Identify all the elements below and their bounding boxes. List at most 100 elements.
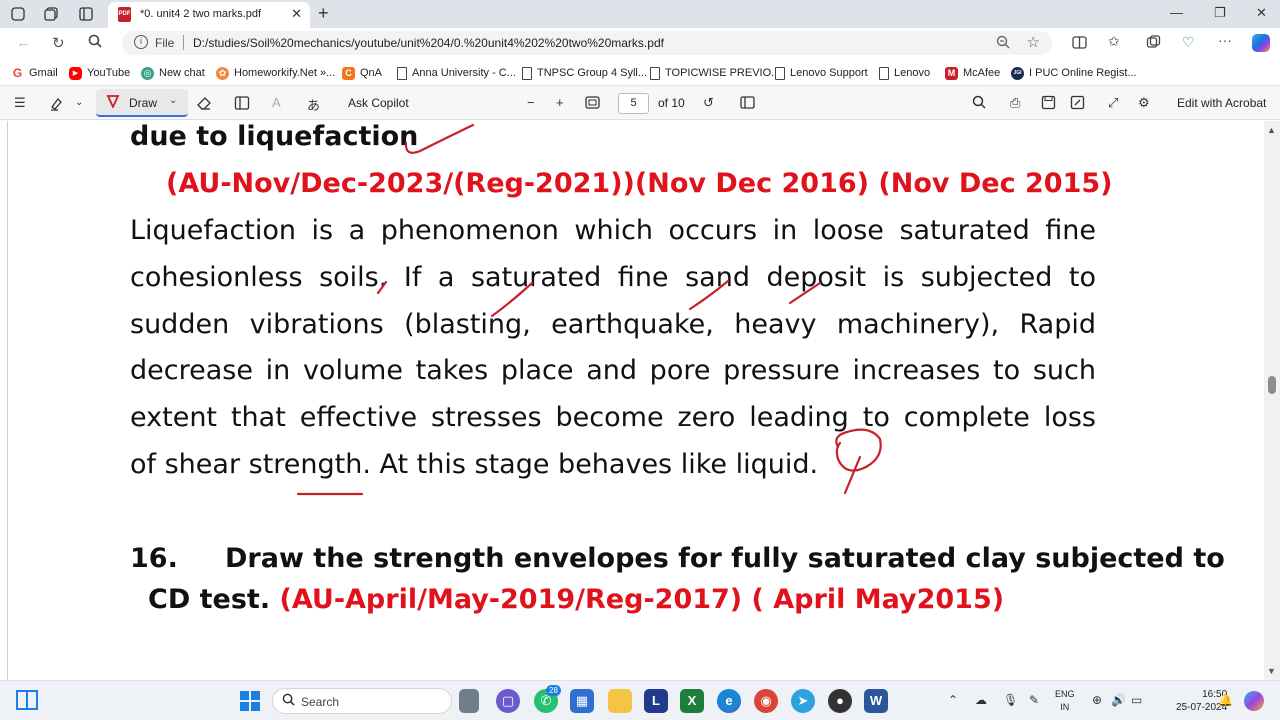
address-bar[interactable]: i File D:/studies/Soil%20mechanics/youtu… [122, 31, 1052, 55]
scroll-down-icon[interactable]: ▼ [1267, 666, 1276, 676]
bookmark-qna[interactable]: C QnA [342, 65, 382, 81]
language-indicator[interactable]: ENG IN [1055, 688, 1075, 714]
search-icon[interactable] [88, 34, 102, 52]
fit-page-icon[interactable] [585, 95, 600, 113]
edit-with-acrobat-button[interactable]: Edit with Acrobat [1177, 96, 1266, 110]
translate-icon[interactable]: あ [307, 95, 320, 114]
zoom-out-icon[interactable]: − [527, 95, 535, 110]
minimize-icon[interactable]: — [1170, 5, 1183, 20]
page-icon [775, 66, 785, 80]
page-icon [522, 66, 532, 80]
bookmark-homeworkify[interactable]: ✿ Homeworkify.Net »... [216, 65, 335, 81]
back-icon[interactable]: ← [16, 34, 31, 51]
draw-button[interactable]: Draw ⌄ [96, 89, 188, 117]
bookmark-lenovo-support[interactable]: Lenovo Support [775, 65, 868, 81]
question-text-cont: CD test. (AU-April/May-2019/Reg-2017) ( … [148, 584, 1004, 615]
chevron-down-icon[interactable]: ⌄ [75, 97, 83, 108]
widgets-icon[interactable] [16, 690, 38, 710]
cloud-icon[interactable]: ☁ [975, 693, 987, 707]
edge-icon[interactable]: e [717, 689, 741, 713]
lenovo-vantage-icon[interactable]: L [644, 689, 668, 713]
favorite-star-icon[interactable]: ☆ [1027, 33, 1040, 51]
paragraph-line: extent that effective stresses become ze… [130, 402, 1096, 433]
notifications-icon[interactable]: 🔔 [1218, 693, 1233, 707]
favorites-icon[interactable]: ✩ [1108, 33, 1120, 50]
rotate-icon[interactable]: ↺ [703, 95, 714, 111]
contents-icon[interactable]: ☰ [14, 95, 26, 111]
word-icon[interactable]: W [864, 689, 888, 713]
scrollbar-thumb[interactable] [1268, 376, 1276, 394]
bookmark-lenovo[interactable]: Lenovo [879, 65, 930, 81]
pen-tray-icon[interactable]: ✎ [1029, 693, 1039, 707]
battery-icon[interactable]: ▭ [1131, 693, 1142, 707]
microphone-icon[interactable]: 🎙 [1003, 693, 1018, 707]
browser-essentials-icon[interactable]: ♡ [1182, 34, 1195, 51]
vertical-scrollbar[interactable]: ▲ ▼ [1264, 121, 1280, 680]
store-icon[interactable]: ▦ [570, 689, 594, 713]
bookmark-tnpsc[interactable]: TNPSC Group 4 Syll... [522, 65, 647, 81]
settings-gear-icon[interactable]: ⚙ [1138, 95, 1150, 111]
start-windows-icon[interactable] [240, 691, 260, 711]
ask-copilot-button[interactable]: Ask Copilot [348, 96, 409, 110]
save-icon[interactable] [1041, 95, 1056, 113]
print-icon[interactable]: ⎙ [1010, 95, 1020, 111]
collections-icon[interactable] [1146, 35, 1161, 53]
chrome-icon[interactable]: ◉ [754, 689, 778, 713]
zoom-icon[interactable] [996, 35, 1010, 52]
task-view-icon[interactable] [459, 689, 479, 713]
volume-icon[interactable]: 🔊 [1111, 693, 1126, 707]
bookmark-mcafee[interactable]: M McAfee [945, 65, 1000, 81]
maximize-icon[interactable]: ❐ [1214, 5, 1226, 21]
read-aloud-icon[interactable]: A [272, 95, 281, 110]
highlight-icon[interactable] [49, 95, 65, 114]
copilot-icon[interactable] [1252, 34, 1270, 52]
chevron-down-icon[interactable]: ⌄ [169, 95, 177, 106]
text-box-icon[interactable] [234, 95, 250, 114]
page-number-input[interactable]: 5 [618, 93, 649, 114]
bookmark-topicwise[interactable]: TOPICWISE PREVIO... [650, 65, 780, 81]
expand-icon[interactable]: ⤢ [1108, 95, 1118, 111]
save-as-icon[interactable] [1070, 95, 1085, 113]
pdf-viewer[interactable]: due to liquefaction (AU-Nov/Dec-2023/(Re… [0, 121, 1280, 680]
close-tab-icon[interactable]: ✕ [291, 6, 302, 22]
bookmark-label: Lenovo [894, 67, 931, 79]
paragraph-line: sudden vibrations (blasting, earthquake,… [130, 309, 1096, 340]
info-icon[interactable]: i [134, 35, 148, 49]
eraser-icon[interactable] [196, 95, 212, 114]
bookmark-label: Homeworkify.Net »... [234, 67, 336, 79]
bookmark-new-chat[interactable]: ◎ New chat [141, 65, 205, 81]
address-bar-row: ← ↻ i File D:/studies/Soil%20mechanics/y… [0, 28, 1280, 58]
excel-icon[interactable]: X [680, 689, 704, 713]
taskbar-search[interactable]: Search [272, 688, 452, 714]
copilot-taskbar-icon[interactable] [1244, 691, 1264, 711]
workspaces-icon[interactable] [43, 6, 59, 22]
more-options-icon[interactable]: ··· [1218, 32, 1232, 48]
bookmarks-bar: G Gmail ▶ YouTube ◎ New chat ✿ Homeworki… [0, 58, 1280, 86]
question-tail: CD test. [148, 584, 271, 615]
vertical-tabs-icon[interactable] [78, 6, 94, 22]
bookmark-youtube[interactable]: ▶ YouTube [69, 65, 130, 81]
find-icon[interactable] [972, 95, 986, 112]
bookmark-ipuc[interactable]: JGI I PUC Online Regist... [1011, 65, 1137, 81]
close-window-icon[interactable]: ✕ [1256, 5, 1267, 21]
teams-icon[interactable]: ▢ [496, 689, 520, 713]
exam-references: (AU-Nov/Dec-2023/(Reg-2021))(Nov Dec 201… [166, 168, 1113, 199]
tab-active-pdf[interactable]: PDF *0. unit4 2 two marks.pdf ✕ [108, 2, 310, 28]
split-screen-icon[interactable] [1072, 35, 1087, 53]
bookmark-gmail[interactable]: G Gmail [11, 65, 58, 81]
profile-icon[interactable] [10, 6, 26, 22]
recorder-icon[interactable]: ● [828, 689, 852, 713]
heading-tail: due to liquefaction [130, 121, 419, 152]
file-explorer-icon[interactable] [608, 689, 632, 713]
new-tab-icon[interactable]: + [318, 3, 329, 24]
paragraph-line: decrease in volume takes place and pore … [130, 355, 1096, 386]
scroll-up-icon[interactable]: ▲ [1267, 125, 1276, 135]
show-hidden-icons-icon[interactable]: ⌃ [948, 693, 958, 707]
zoom-in-icon[interactable]: + [556, 95, 564, 110]
address-url[interactable]: D:/studies/Soil%20mechanics/youtube/unit… [193, 36, 664, 50]
telegram-icon[interactable]: ➤ [791, 689, 815, 713]
page-view-icon[interactable] [740, 95, 755, 113]
bookmark-anna-university[interactable]: Anna University - C... [397, 65, 516, 81]
network-icon[interactable]: ⊕ [1092, 693, 1102, 707]
refresh-icon[interactable]: ↻ [52, 34, 65, 52]
